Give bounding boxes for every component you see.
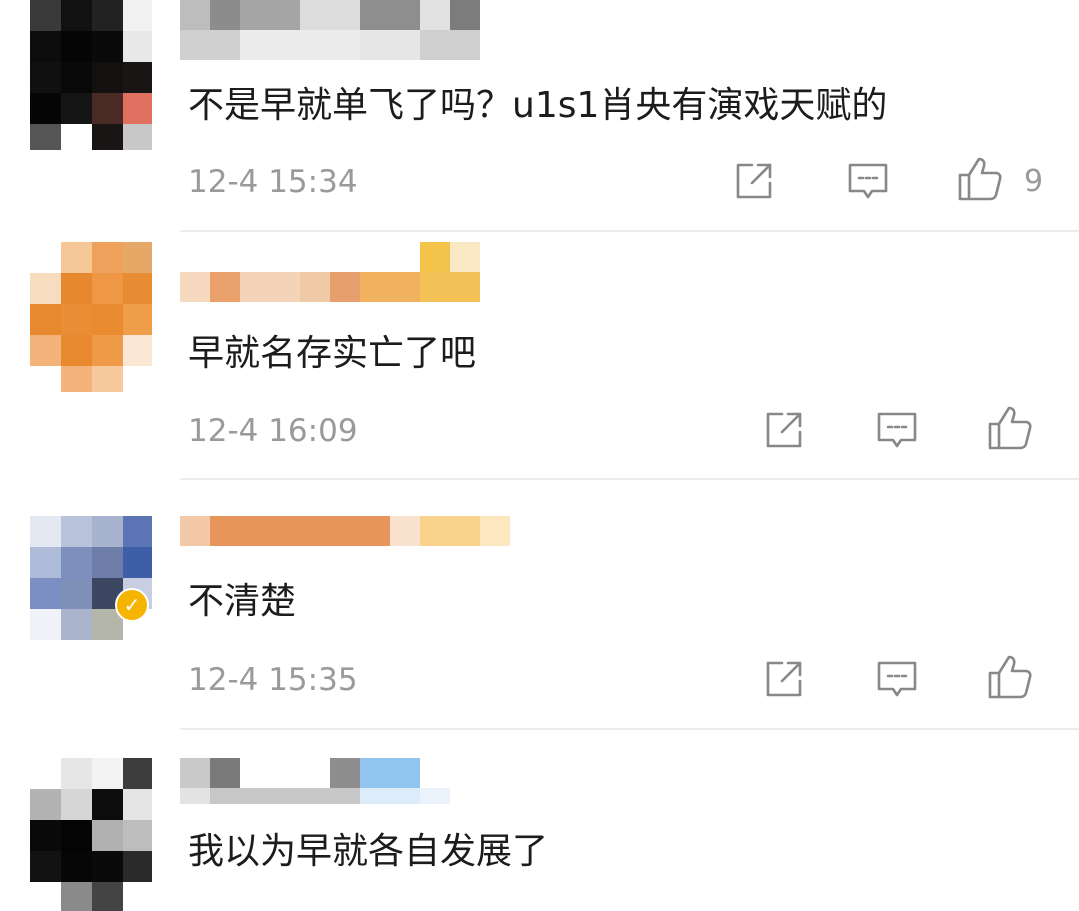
comment-timestamp: 12-4 15:35 [188, 662, 358, 698]
comment-item: ✓ 不清楚 12-4 15:35 [0, 482, 1079, 730]
share-button[interactable] [730, 157, 778, 205]
avatar[interactable] [30, 0, 152, 150]
username-mosaic[interactable] [180, 242, 480, 302]
username-mosaic[interactable] [180, 516, 510, 576]
like-button[interactable] [956, 155, 1004, 203]
thumbs-up-icon [958, 157, 1002, 201]
username-mosaic[interactable] [180, 0, 480, 60]
comment-text: 早就名存实亡了吧 [188, 333, 477, 374]
comment-icon [877, 412, 917, 448]
avatar[interactable] [30, 242, 152, 392]
comment-item: 不是早就单飞了吗？u1s1肖央有演戏天赋的 12-4 15:34 9 [0, 0, 1079, 232]
divider [180, 478, 1079, 480]
comment-text: 我以为早就各自发展了 [188, 831, 549, 872]
reply-button[interactable] [844, 157, 892, 205]
share-icon [766, 661, 802, 697]
comment-item: 早就名存实亡了吧 12-4 16:09 [0, 232, 1079, 482]
share-icon [766, 412, 802, 448]
share-button[interactable] [760, 406, 808, 454]
like-button[interactable] [986, 653, 1034, 701]
comment-text: 不是早就单飞了吗？u1s1肖央有演戏天赋的 [188, 85, 888, 126]
username-mosaic[interactable] [180, 758, 450, 804]
comment-text: 不清楚 [188, 581, 297, 622]
verified-badge-icon: ✓ [115, 588, 149, 622]
comment-item: 我以为早就各自发展了 [0, 730, 1079, 911]
comment-timestamp: 12-4 16:09 [188, 413, 358, 449]
comment-timestamp: 12-4 15:34 [188, 164, 358, 200]
thumbs-up-icon [988, 406, 1032, 450]
comment-icon [848, 163, 888, 199]
reply-button[interactable] [873, 655, 921, 703]
avatar[interactable] [30, 758, 152, 911]
avatar[interactable] [30, 516, 152, 648]
like-count: 9 [1024, 164, 1044, 199]
thumbs-up-icon [988, 655, 1032, 699]
share-button[interactable] [760, 655, 808, 703]
like-button[interactable] [986, 404, 1034, 452]
share-icon [736, 163, 772, 199]
comment-icon [877, 661, 917, 697]
reply-button[interactable] [873, 406, 921, 454]
